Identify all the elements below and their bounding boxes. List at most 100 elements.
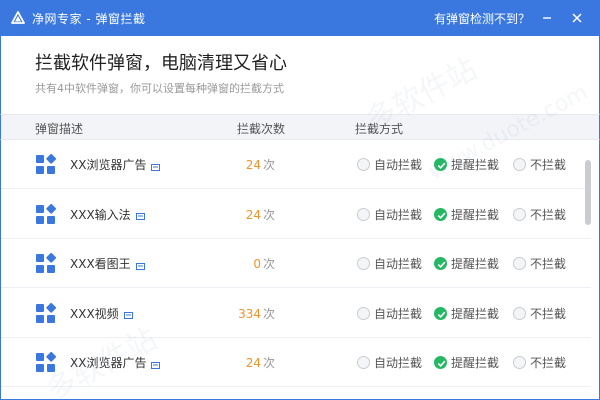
- radio-option-label: 自动拦截: [374, 356, 423, 371]
- block-count: 24 次: [221, 206, 275, 223]
- radio-checked-icon[interactable]: [434, 306, 447, 320]
- popup-blocker-window: 净网专家 - 弹窗拦截 有弹窗检测不到？ 拦截软件弹窗，电脑清理又省心 共有4中…: [0, 0, 600, 400]
- popup-description: XXX输入法: [70, 207, 131, 222]
- block-count-unit: 次: [262, 306, 275, 321]
- row-name-group: XXX输入法: [70, 206, 146, 223]
- radio-option[interactable]: 提醒拦截: [434, 305, 499, 322]
- row-name-group: XX浏览器广告: [70, 354, 161, 371]
- radio-option[interactable]: 提醒拦截: [434, 156, 499, 173]
- close-button[interactable]: [566, 7, 588, 29]
- popup-description: XX浏览器广告: [70, 356, 147, 371]
- radio-option[interactable]: 不拦截: [513, 255, 566, 272]
- column-header-count: 拦截次数: [237, 122, 286, 136]
- block-count-unit: 次: [262, 257, 275, 272]
- row-name-group: XX浏览器广告: [70, 156, 161, 173]
- block-count-value: 334: [238, 306, 261, 321]
- column-header-description: 弹窗描述: [35, 122, 84, 136]
- radio-option-label: 自动拦截: [374, 306, 423, 321]
- table-row: XX浏览器广告 24 次 自动拦截 提醒拦截 不拦截: [1, 338, 591, 388]
- detail-icon[interactable]: [151, 359, 161, 369]
- app-grid-icon: [36, 203, 60, 226]
- radio-unchecked-icon[interactable]: [357, 257, 370, 271]
- radio-unchecked-icon[interactable]: [357, 158, 370, 171]
- radio-option[interactable]: 不拦截: [513, 156, 566, 173]
- radio-checked-icon[interactable]: [434, 356, 447, 370]
- radio-option[interactable]: 提醒拦截: [434, 206, 499, 223]
- radio-unchecked-icon[interactable]: [357, 306, 370, 320]
- radio-option-label: 自动拦截: [374, 257, 423, 272]
- app-grid-icon: [36, 253, 60, 275]
- radio-option-label: 提醒拦截: [451, 158, 500, 172]
- radio-option[interactable]: 自动拦截: [357, 354, 422, 371]
- radio-checked-icon[interactable]: [434, 158, 447, 171]
- radio-option-label: 自动拦截: [374, 207, 423, 222]
- detail-icon[interactable]: [135, 210, 146, 221]
- app-logo-icon: [11, 11, 25, 25]
- block-count-unit: 次: [262, 356, 275, 371]
- minimize-button[interactable]: [536, 7, 558, 29]
- radio-unchecked-icon[interactable]: [357, 207, 370, 221]
- detail-icon[interactable]: [135, 260, 146, 270]
- block-count: 24 次: [221, 354, 275, 371]
- radio-option-label: 不拦截: [530, 207, 567, 222]
- page-header: 拦截软件弹窗，电脑清理又省心 共有4中软件弹窗，你可以设置每种弹窗的拦截方式: [0, 36, 600, 114]
- app-grid-icon: [36, 352, 60, 374]
- radio-checked-icon[interactable]: [434, 207, 447, 221]
- radio-option-label: 不拦截: [530, 158, 567, 172]
- radio-option[interactable]: 自动拦截: [357, 255, 422, 272]
- block-count: 24 次: [221, 156, 275, 173]
- title-bar: 净网专家 - 弹窗拦截 有弹窗检测不到？: [0, 0, 600, 36]
- table-row: XX浏览器广告 24 次 自动拦截 提醒拦截 不拦截: [1, 140, 591, 189]
- radio-option-label: 自动拦截: [374, 158, 423, 172]
- block-count-value: 24: [245, 356, 261, 371]
- scrollbar-thumb[interactable]: [585, 160, 591, 225]
- app-grid-icon: [36, 302, 60, 325]
- row-name-group: XXX视频: [70, 305, 134, 322]
- table-row: XXX输入法 24 次 自动拦截 提醒拦截 不拦截: [1, 190, 591, 239]
- window-title: 净网专家 - 弹窗拦截: [32, 11, 146, 26]
- radio-option[interactable]: 自动拦截: [357, 305, 422, 322]
- radio-option-label: 不拦截: [530, 356, 567, 371]
- popup-description: XXX视频: [70, 306, 119, 321]
- radio-option[interactable]: 不拦截: [513, 354, 566, 371]
- radio-option-label: 提醒拦截: [451, 257, 500, 272]
- block-count-unit: 次: [262, 207, 275, 222]
- help-link[interactable]: 有弹窗检测不到？: [434, 10, 530, 27]
- table-body: XX浏览器广告 24 次自动拦截 提醒拦截 不拦截 XXX输入法 24 次自动拦截 提醒拦截 不拦…: [0, 140, 600, 400]
- column-header-method: 拦截方式: [355, 122, 404, 136]
- radio-option[interactable]: 不拦截: [513, 206, 566, 223]
- table-row: XXX看图王 0 次 自动拦截 提醒拦截 不拦截: [1, 239, 591, 289]
- radio-option[interactable]: 自动拦截: [357, 206, 422, 223]
- radio-option[interactable]: 提醒拦截: [434, 255, 499, 272]
- radio-option[interactable]: 提醒拦截: [434, 354, 499, 371]
- detail-icon[interactable]: [151, 161, 161, 171]
- row-name-group: XXX看图王: [70, 255, 146, 272]
- radio-unchecked-icon[interactable]: [513, 158, 526, 171]
- radio-option[interactable]: 不拦截: [513, 305, 566, 322]
- radio-option-label: 提醒拦截: [451, 356, 500, 371]
- page-subtitle: 共有4中软件弹窗，你可以设置每种弹窗的拦截方式: [35, 82, 284, 95]
- radio-option-label: 不拦截: [530, 257, 567, 272]
- block-count-value: 0: [253, 257, 261, 272]
- radio-option[interactable]: 自动拦截: [357, 156, 422, 173]
- popup-description: XX浏览器广告: [70, 158, 147, 172]
- radio-unchecked-icon[interactable]: [513, 306, 526, 320]
- block-count-value: 24: [245, 207, 261, 222]
- radio-option-label: 提醒拦截: [451, 207, 500, 222]
- radio-unchecked-icon[interactable]: [357, 356, 370, 370]
- radio-option-label: 提醒拦截: [451, 306, 500, 321]
- table-row: XXX视频 334 次 自动拦截 提醒拦截 不拦截: [1, 289, 591, 338]
- radio-option-label: 不拦截: [530, 306, 567, 321]
- block-count-unit: 次: [262, 158, 275, 172]
- detail-icon[interactable]: [123, 309, 134, 320]
- block-count: 0次: [221, 255, 275, 272]
- block-count: 334 次: [221, 305, 275, 322]
- table-header: 弹窗描述 拦截次数 拦截方式: [0, 114, 600, 140]
- radio-unchecked-icon[interactable]: [513, 356, 526, 370]
- close-icon: [572, 13, 582, 23]
- radio-unchecked-icon[interactable]: [513, 257, 526, 271]
- radio-checked-icon[interactable]: [434, 257, 447, 271]
- radio-unchecked-icon[interactable]: [513, 207, 526, 221]
- minimize-icon: [543, 17, 551, 19]
- block-count-value: 24: [245, 158, 261, 172]
